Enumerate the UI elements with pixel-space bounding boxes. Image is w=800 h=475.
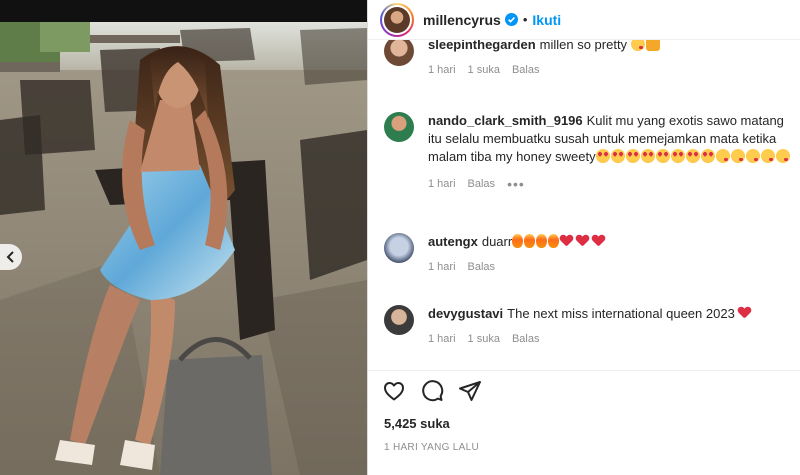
heart-eyes-emoji-icon xyxy=(595,149,610,163)
kiss-emoji-icon xyxy=(715,149,730,163)
comment-meta: 1 hari Balas xyxy=(428,261,794,273)
comment-time[interactable]: 1 hari xyxy=(428,178,456,190)
heart-eyes-emoji-icon xyxy=(625,149,640,163)
heart-eyes-emoji-icon xyxy=(670,149,685,163)
comment-meta: 1 hari 1 suka Balas xyxy=(428,64,794,76)
reply-button[interactable]: Balas xyxy=(468,178,496,190)
author-username[interactable]: millencyrus xyxy=(423,12,501,28)
author-avatar[interactable] xyxy=(380,2,414,37)
fire-emoji-icon xyxy=(536,234,548,248)
paper-plane-icon[interactable] xyxy=(458,379,482,403)
kiss-emoji-icon xyxy=(775,149,790,163)
comment-time[interactable]: 1 hari xyxy=(428,333,456,345)
kiss-emoji-icon xyxy=(745,149,760,163)
post-photo xyxy=(0,0,367,475)
heart-eyes-emoji-icon xyxy=(640,149,655,163)
post-header: millencyrus • Ikuti xyxy=(368,0,800,40)
separator-dot: • xyxy=(522,12,528,27)
red-heart-emoji-icon xyxy=(560,235,573,247)
heart-eyes-emoji-icon xyxy=(685,149,700,163)
commenter-username[interactable]: autengx xyxy=(428,234,478,249)
post-timestamp[interactable]: 1 HARI YANG LALU xyxy=(384,442,479,453)
comment-item: autengx duarr 1 hari Balas xyxy=(384,233,794,273)
red-heart-emoji-icon xyxy=(738,307,751,319)
raised-hands-emoji-icon xyxy=(645,40,660,51)
post-side-panel: millencyrus • Ikuti sleepinthegarden mill… xyxy=(368,0,800,475)
kiss-emoji-icon xyxy=(730,149,745,163)
post-actions-bar xyxy=(368,370,800,410)
reply-button[interactable]: Balas xyxy=(512,333,540,345)
fire-emoji-icon xyxy=(548,234,560,248)
comment-meta: 1 hari Balas ••• xyxy=(428,176,794,192)
comment-bubble-icon[interactable] xyxy=(420,379,444,403)
comment-time[interactable]: 1 hari xyxy=(428,261,456,273)
red-heart-emoji-icon xyxy=(576,235,589,247)
reply-button[interactable]: Balas xyxy=(512,64,540,76)
commenter-username[interactable]: sleepinthegarden xyxy=(428,40,536,52)
fire-emoji-icon xyxy=(524,234,536,248)
comment-text: autengx duarr xyxy=(428,233,794,251)
commenter-avatar[interactable] xyxy=(384,40,414,66)
heart-eyes-emoji-icon xyxy=(700,149,715,163)
chevron-left-icon xyxy=(6,251,14,263)
grin-emoji-icon xyxy=(630,40,645,51)
heart-outline-icon[interactable] xyxy=(382,379,406,403)
comment-likes[interactable]: 1 suka xyxy=(468,333,500,345)
comment-item: devygustavi The next miss international q… xyxy=(384,305,794,345)
comment-item: sleepinthegarden millen so pretty 1 hari … xyxy=(384,40,794,76)
follow-button[interactable]: Ikuti xyxy=(532,12,561,28)
comment-message: The next miss international queen 2023 xyxy=(507,306,735,321)
commenter-avatar[interactable] xyxy=(384,112,414,142)
more-options-icon[interactable]: ••• xyxy=(507,176,525,192)
comment-text: sleepinthegarden millen so pretty xyxy=(428,40,794,54)
heart-eyes-emoji-icon xyxy=(610,149,625,163)
verified-badge-icon xyxy=(504,13,518,26)
fire-emoji-icon xyxy=(512,234,524,248)
comment-text: devygustavi The next miss international q… xyxy=(428,305,794,323)
red-heart-emoji-icon xyxy=(592,235,605,247)
kiss-emoji-icon xyxy=(760,149,775,163)
comment-item: nando_clark_smith_9196 Kulit mu yang exot… xyxy=(384,112,794,192)
heart-eyes-emoji-icon xyxy=(655,149,670,163)
comment-likes[interactable]: 1 suka xyxy=(468,64,500,76)
comment-text: nando_clark_smith_9196 Kulit mu yang exot… xyxy=(428,112,794,166)
commenter-username[interactable]: devygustavi xyxy=(428,306,503,321)
commenter-username[interactable]: nando_clark_smith_9196 xyxy=(428,113,583,128)
comment-message: duarr xyxy=(481,234,513,249)
likes-count[interactable]: 5,425 suka xyxy=(384,416,450,431)
comment-message: millen so pretty xyxy=(539,40,628,52)
comment-time[interactable]: 1 hari xyxy=(428,64,456,76)
commenter-avatar[interactable] xyxy=(384,305,414,335)
reply-button[interactable]: Balas xyxy=(468,261,496,273)
commenter-avatar[interactable] xyxy=(384,233,414,263)
comments-list[interactable]: sleepinthegarden millen so pretty 1 hari … xyxy=(368,40,800,370)
comment-meta: 1 hari 1 suka Balas xyxy=(428,333,794,345)
photo-scene xyxy=(0,0,367,475)
